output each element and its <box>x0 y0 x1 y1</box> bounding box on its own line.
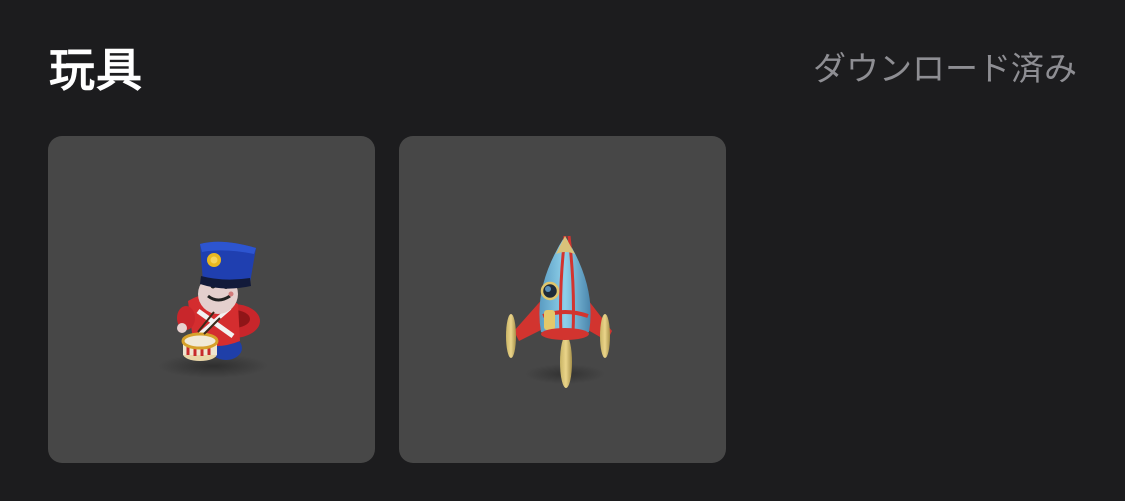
section-title: 玩具 <box>49 43 143 97</box>
tin-rocket-icon <box>506 235 612 388</box>
drummer-soldier-icon <box>158 241 268 378</box>
section-header: 玩具 ダウンロード済み <box>0 0 1125 120</box>
toy-card-drummer[interactable] <box>48 136 375 463</box>
toy-grid <box>48 136 726 463</box>
toy-card-rocket[interactable] <box>399 136 726 463</box>
downloaded-button[interactable]: ダウンロード済み <box>813 48 1077 90</box>
